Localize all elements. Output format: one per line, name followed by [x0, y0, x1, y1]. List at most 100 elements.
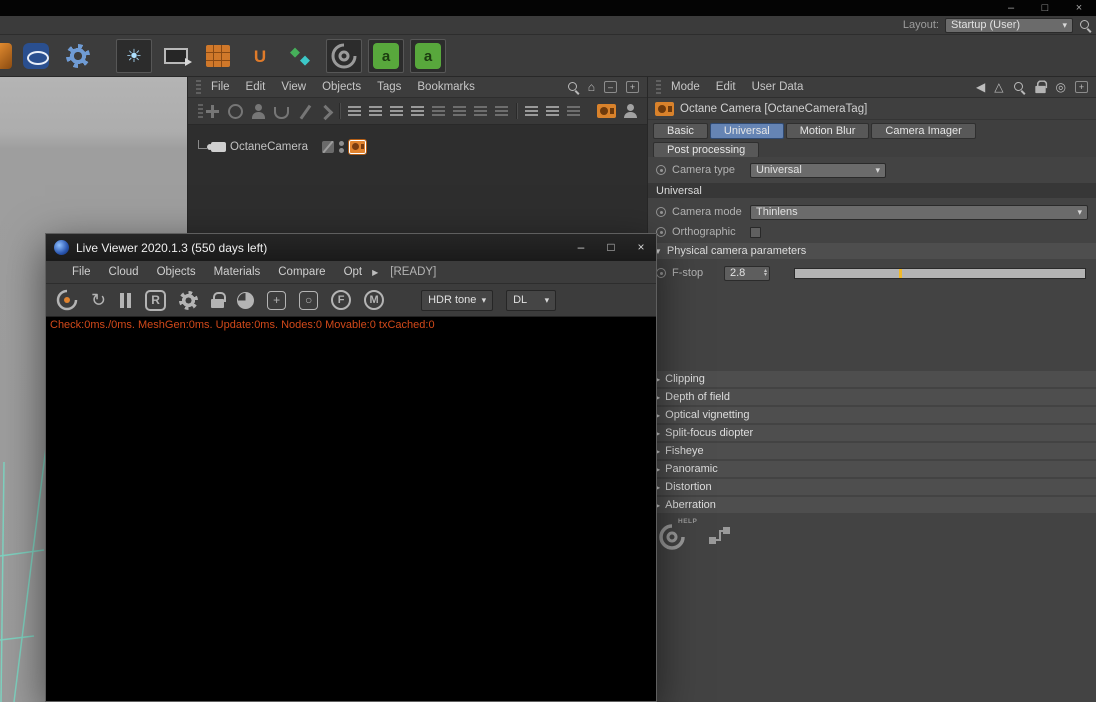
- object-tool-icon[interactable]: [205, 104, 220, 119]
- section-fisheye[interactable]: ▶ Fisheye: [648, 443, 1096, 459]
- animation-dot-icon[interactable]: [656, 165, 666, 175]
- focus-target-icon[interactable]: ◎: [1056, 81, 1066, 93]
- camera-filter-icon[interactable]: [597, 104, 616, 118]
- layer-icon[interactable]: [411, 105, 424, 117]
- history-back-icon[interactable]: ◀: [976, 81, 985, 93]
- lv-menu-opt[interactable]: Opt: [344, 266, 363, 278]
- toolbar-partial-icon[interactable]: [0, 43, 12, 69]
- hdr-tone-select[interactable]: HDR tone ▾: [421, 289, 494, 311]
- slider-handle[interactable]: [899, 268, 903, 278]
- am-menu-userdata[interactable]: User Data: [752, 81, 804, 93]
- octane-material-icon[interactable]: [200, 39, 236, 73]
- render-mode-select[interactable]: DL ▾: [506, 289, 557, 311]
- section-panoramic[interactable]: ▶ Panoramic: [648, 461, 1096, 477]
- character-filter-icon[interactable]: [624, 104, 637, 118]
- pause-render-icon[interactable]: [119, 292, 132, 308]
- region-render-icon[interactable]: [237, 291, 255, 309]
- node-editor-icon[interactable]: [708, 523, 734, 547]
- lv-minimize-button[interactable]: –: [566, 234, 596, 261]
- layer-icon[interactable]: [495, 105, 508, 117]
- am-menu-mode[interactable]: Mode: [671, 81, 700, 93]
- add-panel-icon[interactable]: +: [1075, 81, 1088, 93]
- home-icon[interactable]: ⌂: [588, 81, 595, 93]
- om-menu-edit[interactable]: Edit: [246, 81, 266, 93]
- maximize-panel-icon[interactable]: +: [626, 81, 639, 93]
- section-aberration[interactable]: ▶ Aberration: [648, 497, 1096, 513]
- animation-dot-icon[interactable]: [656, 207, 666, 217]
- orbx-icon[interactable]: [18, 39, 54, 73]
- texture-environment-icon[interactable]: a: [368, 39, 404, 73]
- reset-icon[interactable]: R: [145, 289, 167, 311]
- texture-hdri-icon[interactable]: a: [410, 39, 446, 73]
- material-picker-icon[interactable]: M: [364, 290, 385, 310]
- layer-color-icon[interactable]: [321, 141, 334, 153]
- restart-render-icon[interactable]: ↻: [91, 291, 106, 309]
- lock-icon[interactable]: [1034, 80, 1047, 94]
- search-icon[interactable]: [567, 81, 579, 93]
- pick-region-icon[interactable]: ○: [299, 290, 319, 310]
- layer-icon[interactable]: [390, 105, 403, 117]
- tab-post-processing[interactable]: Post processing: [653, 142, 760, 158]
- spinner-icon[interactable]: ▴ ▾: [764, 268, 767, 278]
- section-split-focus-diopter[interactable]: ▶ Split-focus diopter: [648, 425, 1096, 441]
- lv-close-button[interactable]: ×: [626, 234, 656, 261]
- object-tool-icon[interactable]: [297, 104, 312, 119]
- am-menu-edit[interactable]: Edit: [716, 81, 736, 93]
- window-close-button[interactable]: ×: [1062, 0, 1096, 16]
- octane-help-button[interactable]: HELP: [658, 518, 697, 556]
- lv-menu-file[interactable]: File: [72, 266, 91, 278]
- live-viewer-titlebar[interactable]: Live Viewer 2020.1.3 (550 days left) – □…: [46, 234, 656, 261]
- camera-type-select[interactable]: Universal ▾: [750, 162, 886, 178]
- camera-mode-select[interactable]: Thinlens ▾: [750, 204, 1088, 220]
- lock-resolution-icon[interactable]: [211, 292, 227, 308]
- object-tool-icon[interactable]: [251, 103, 266, 119]
- animation-dot-icon[interactable]: [656, 227, 666, 237]
- octane-render-icon[interactable]: [326, 39, 362, 73]
- tab-universal[interactable]: Universal: [709, 123, 784, 139]
- object-tool-icon[interactable]: [228, 103, 243, 119]
- animation-dot-icon[interactable]: [656, 268, 666, 278]
- om-menu-view[interactable]: View: [281, 81, 306, 93]
- layer-icon[interactable]: [348, 105, 361, 117]
- render-target-icon[interactable]: [158, 39, 194, 73]
- section-physical-camera-parameters[interactable]: ▼ Physical camera parameters: [648, 243, 1096, 259]
- octane-sky-icon[interactable]: ☀: [116, 39, 152, 73]
- octane-camera-tag-icon[interactable]: [347, 139, 367, 155]
- search-icon[interactable]: [1079, 19, 1091, 31]
- object-row-octanecamera[interactable]: OctaneCamera: [188, 137, 647, 157]
- menu-overflow-icon[interactable]: ▶: [372, 268, 378, 277]
- panel-grip-handle[interactable]: [656, 80, 661, 94]
- render-canvas[interactable]: [46, 333, 656, 701]
- visibility-dots-icon[interactable]: [338, 141, 344, 153]
- layer-icon[interactable]: [546, 105, 559, 117]
- settings-gear-icon[interactable]: [179, 290, 199, 310]
- lv-maximize-button[interactable]: □: [596, 234, 626, 261]
- orthographic-checkbox[interactable]: [750, 226, 761, 238]
- panel-grip-handle[interactable]: [196, 80, 201, 94]
- window-maximize-button[interactable]: □: [1028, 0, 1062, 16]
- add-region-icon[interactable]: +: [267, 290, 287, 310]
- fstop-slider[interactable]: [794, 267, 1086, 279]
- window-minimize-button[interactable]: –: [994, 0, 1028, 16]
- om-menu-bookmarks[interactable]: Bookmarks: [417, 81, 475, 93]
- octane-live-render-icon[interactable]: [56, 289, 78, 311]
- object-name[interactable]: OctaneCamera: [230, 141, 308, 153]
- object-tool-icon[interactable]: [317, 104, 334, 120]
- spin-down-icon[interactable]: ▾: [764, 272, 767, 277]
- lv-menu-compare[interactable]: Compare: [278, 266, 325, 278]
- layer-icon[interactable]: [453, 105, 466, 117]
- section-distortion[interactable]: ▶ Distortion: [648, 479, 1096, 495]
- object-tool-icon[interactable]: [274, 106, 289, 119]
- history-forward-icon[interactable]: △: [994, 81, 1003, 93]
- tab-motion-blur[interactable]: Motion Blur: [785, 123, 870, 139]
- layer-icon[interactable]: [567, 105, 580, 117]
- section-clipping[interactable]: ▶ Clipping: [648, 371, 1096, 387]
- fstop-input[interactable]: 2.8 ▴ ▾: [724, 265, 770, 281]
- section-optical-vignetting[interactable]: ▶ Optical vignetting: [648, 407, 1096, 423]
- layer-icon[interactable]: [432, 105, 445, 117]
- layer-icon[interactable]: [369, 105, 382, 117]
- octane-settings-gear-icon[interactable]: [60, 39, 96, 73]
- layer-icon[interactable]: [525, 105, 538, 117]
- tab-basic[interactable]: Basic: [653, 123, 708, 139]
- octane-uv-icon[interactable]: U: [242, 39, 278, 73]
